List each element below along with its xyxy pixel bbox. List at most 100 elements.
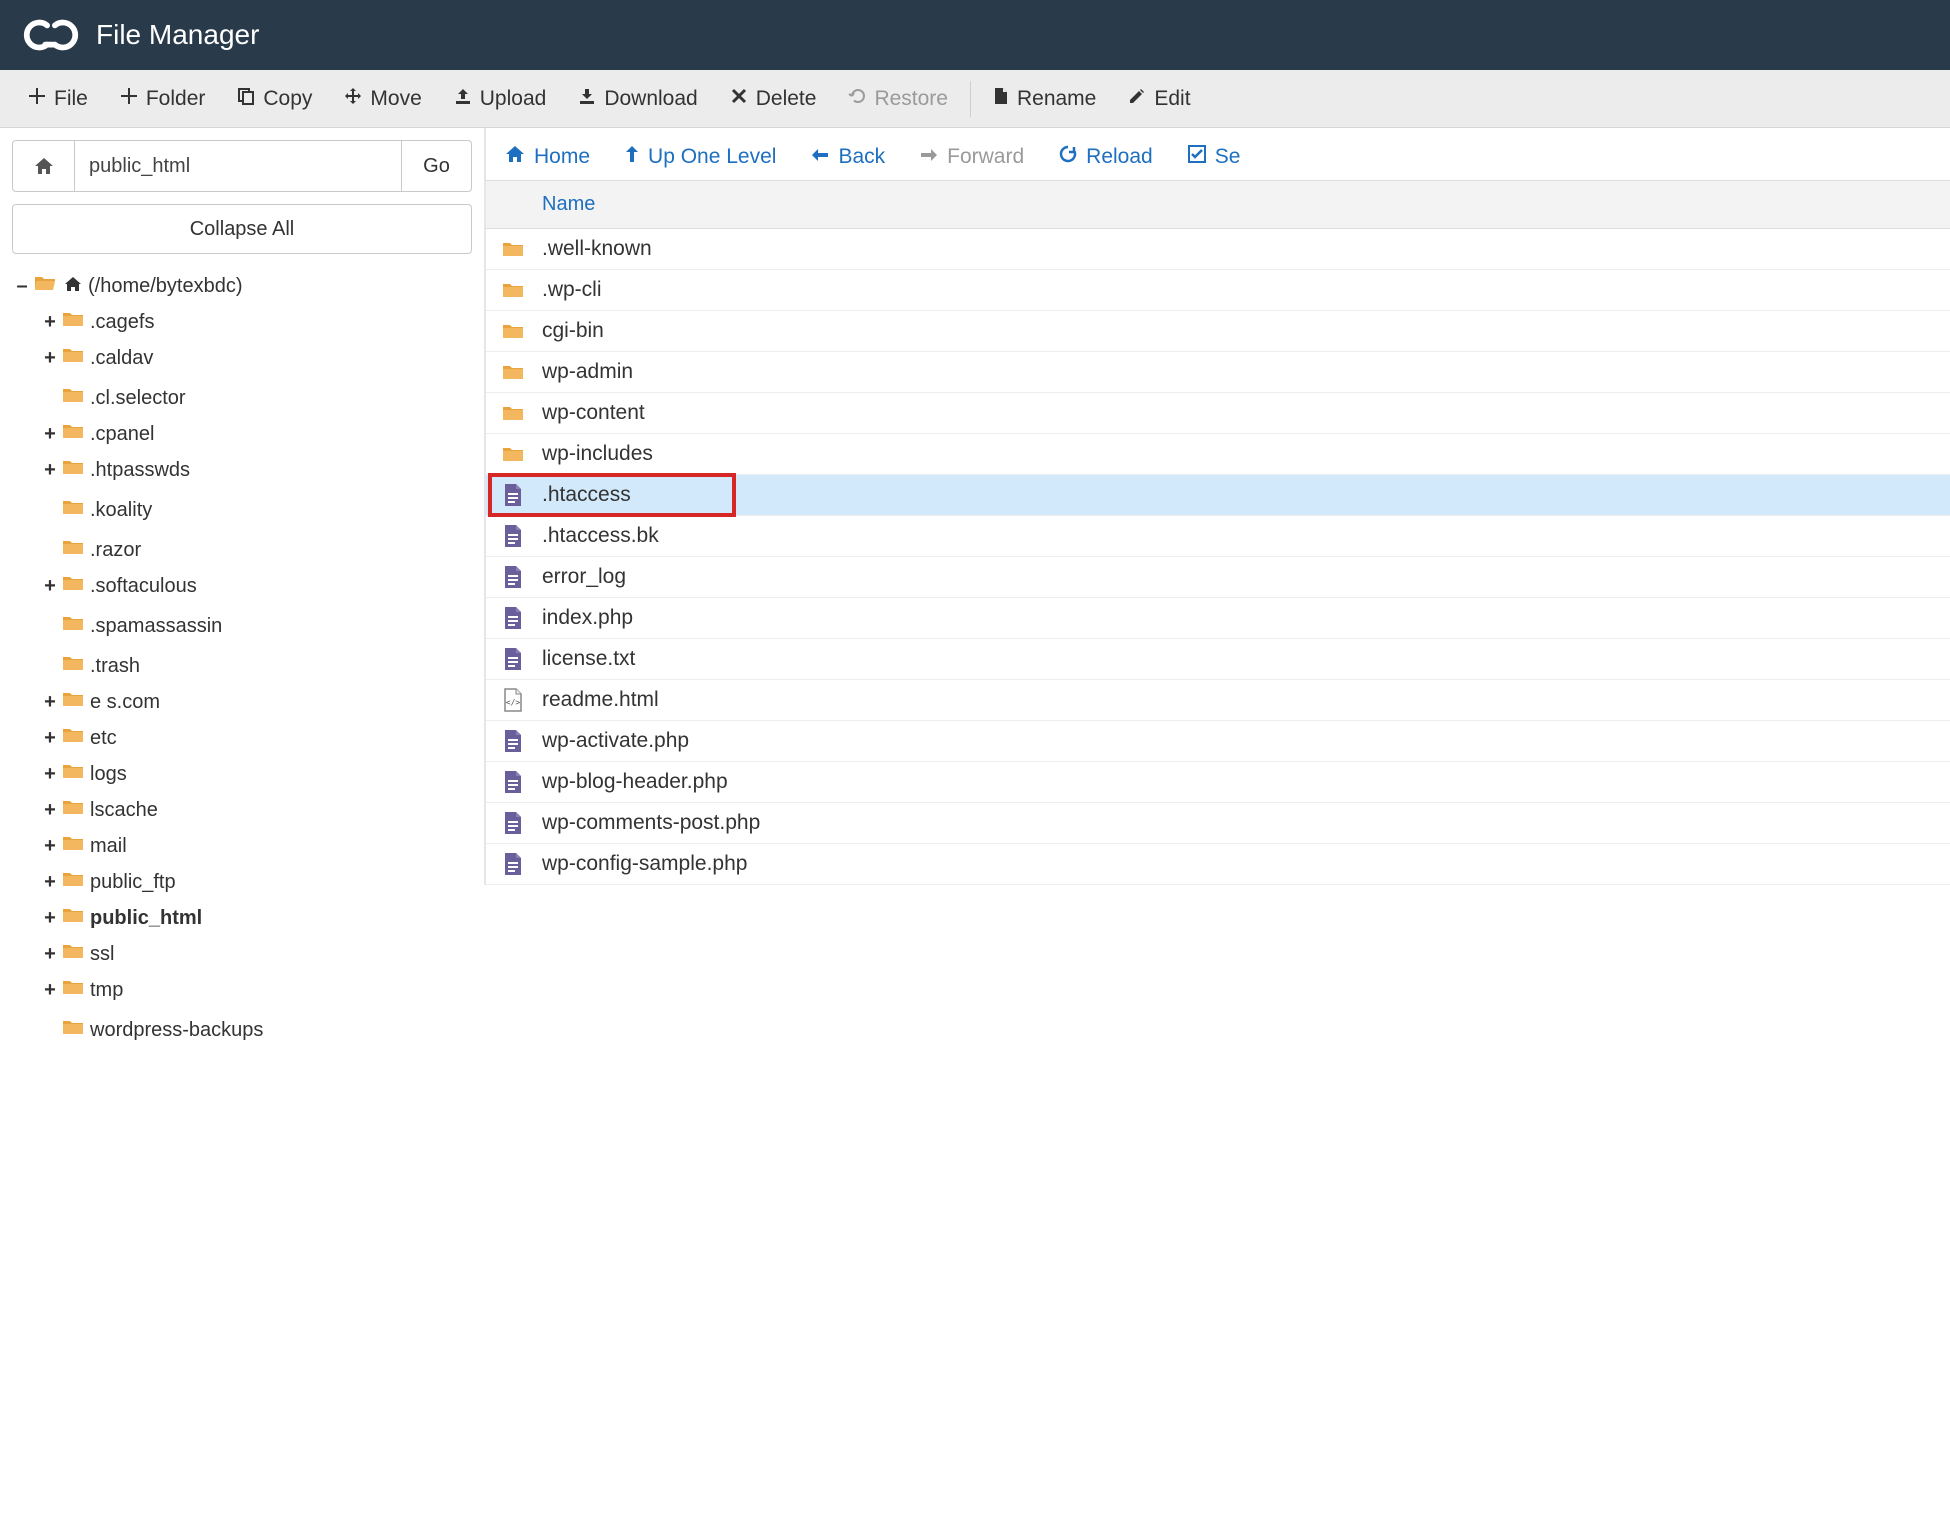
path-input[interactable] bbox=[75, 141, 401, 191]
undo-icon bbox=[848, 87, 866, 111]
nav-back-button[interactable]: Back bbox=[810, 145, 885, 169]
tree-item[interactable]: + e s.com bbox=[40, 684, 160, 720]
col-name-label: Name bbox=[542, 193, 595, 215]
nav-back-label: Back bbox=[838, 145, 885, 169]
tree-item[interactable]: +lscache bbox=[40, 792, 158, 828]
file-row[interactable]: wp-blog-header.php bbox=[486, 762, 1950, 803]
tree-item-label: .softaculous bbox=[90, 570, 197, 602]
tree-item[interactable]: .cl.selector bbox=[40, 380, 186, 416]
tree-toggle[interactable]: + bbox=[40, 570, 60, 602]
folder-icon bbox=[62, 570, 84, 602]
file-row[interactable]: wp-config-sample.php bbox=[486, 844, 1950, 885]
file-row[interactable]: wp-content bbox=[486, 393, 1950, 434]
file-row[interactable]: index.php bbox=[486, 598, 1950, 639]
document-icon bbox=[993, 87, 1009, 111]
file-row[interactable]: error_log bbox=[486, 557, 1950, 598]
tree-item[interactable]: +logs bbox=[40, 756, 127, 792]
copy-icon bbox=[237, 87, 255, 111]
tree-item[interactable]: .trash bbox=[40, 648, 140, 684]
folder-icon bbox=[62, 494, 84, 526]
folder-button[interactable]: Folder bbox=[104, 77, 222, 121]
tree-item[interactable]: +mail bbox=[40, 828, 127, 864]
tree-toggle[interactable]: + bbox=[40, 454, 60, 486]
file-row[interactable]: license.txt bbox=[486, 639, 1950, 680]
tree-toggle[interactable]: + bbox=[40, 794, 60, 826]
download-icon bbox=[578, 87, 596, 111]
content-pane: Home Up One Level Back Forward Reload Se bbox=[484, 128, 1950, 885]
file-row[interactable]: cgi-bin bbox=[486, 311, 1950, 352]
file-row[interactable]: .well-known bbox=[486, 229, 1950, 270]
tree-item[interactable]: + public_ftp bbox=[40, 864, 176, 900]
go-button[interactable]: Go bbox=[401, 141, 471, 191]
nav-select-button[interactable]: Se bbox=[1187, 144, 1241, 170]
download-button[interactable]: Download bbox=[562, 77, 713, 121]
tree-item-label: .trash bbox=[90, 650, 140, 682]
nav-up-button[interactable]: Up One Level bbox=[624, 144, 776, 170]
tree-toggle[interactable]: + bbox=[40, 938, 60, 970]
tree-toggle[interactable]: + bbox=[40, 306, 60, 338]
tree-item[interactable]: .razor bbox=[40, 532, 141, 568]
file-icon: </> bbox=[498, 688, 528, 712]
tree-item[interactable]: +.cagefs bbox=[40, 304, 154, 340]
tree-item[interactable]: +tmp bbox=[40, 972, 123, 1008]
folder-icon bbox=[498, 240, 528, 258]
tree-item[interactable]: + .softaculous bbox=[40, 568, 197, 604]
tree-root[interactable]: – (/home/bytexbdc) bbox=[12, 268, 243, 304]
copy-button[interactable]: Copy bbox=[221, 77, 328, 121]
pencil-icon bbox=[1128, 87, 1146, 111]
tree-item[interactable]: .spamassassin bbox=[40, 608, 222, 644]
tree-toggle[interactable]: + bbox=[40, 974, 60, 1006]
tree-toggle[interactable]: + bbox=[40, 418, 60, 450]
tree-toggle[interactable]: + bbox=[40, 686, 60, 718]
tree-item[interactable]: +etc bbox=[40, 720, 117, 756]
plus-icon bbox=[28, 87, 46, 111]
move-button[interactable]: Move bbox=[328, 77, 437, 121]
nav-forward-button: Forward bbox=[919, 145, 1024, 169]
home-icon-button[interactable] bbox=[13, 141, 75, 191]
file-icon bbox=[498, 770, 528, 794]
rename-button[interactable]: Rename bbox=[977, 77, 1112, 121]
tree-toggle[interactable]: + bbox=[40, 830, 60, 862]
tree-toggle[interactable]: + bbox=[40, 902, 60, 934]
column-header[interactable]: Name bbox=[486, 180, 1950, 229]
file-row[interactable]: wp-includes bbox=[486, 434, 1950, 475]
tree-item[interactable]: +ssl bbox=[40, 936, 114, 972]
tree-item-label: e s.com bbox=[90, 686, 160, 718]
file-row[interactable]: wp-activate.php bbox=[486, 721, 1950, 762]
rename-label: Rename bbox=[1017, 87, 1096, 111]
collapse-all-button[interactable]: Collapse All bbox=[12, 204, 472, 254]
folder-icon bbox=[62, 534, 84, 566]
tree-item-label: public_ftp bbox=[90, 866, 176, 898]
file-row[interactable]: wp-admin bbox=[486, 352, 1950, 393]
tree-toggle[interactable]: + bbox=[40, 722, 60, 754]
tree-item[interactable]: wordpress-backups bbox=[40, 1012, 263, 1048]
edit-button[interactable]: Edit bbox=[1112, 77, 1206, 121]
upload-button[interactable]: Upload bbox=[438, 77, 563, 121]
tree-item[interactable]: +.htpasswds bbox=[40, 452, 190, 488]
delete-button[interactable]: Delete bbox=[714, 77, 833, 121]
sidebar: Go Collapse All – (/home/bytexbdc bbox=[0, 128, 484, 1060]
tree-item[interactable]: +.cpanel bbox=[40, 416, 155, 452]
file-row[interactable]: .htaccess bbox=[486, 475, 1950, 516]
file-row[interactable]: .htaccess.bk bbox=[486, 516, 1950, 557]
file-button[interactable]: File bbox=[12, 77, 104, 121]
home-icon bbox=[504, 144, 526, 170]
tree-toggle[interactable]: + bbox=[40, 342, 60, 374]
tree-toggle[interactable]: + bbox=[40, 758, 60, 790]
file-row[interactable]: .wp-cli bbox=[486, 270, 1950, 311]
file-label: wp-includes bbox=[542, 442, 653, 466]
file-row[interactable]: </>readme.html bbox=[486, 680, 1950, 721]
folder-icon bbox=[62, 794, 84, 826]
tree-item[interactable]: .koality bbox=[40, 492, 152, 528]
nav-home-button[interactable]: Home bbox=[504, 144, 590, 170]
folder-icon bbox=[62, 830, 84, 862]
tree-toggle[interactable]: – bbox=[12, 270, 32, 302]
tree-toggle[interactable]: + bbox=[40, 866, 60, 898]
tree-item[interactable]: + public_html bbox=[40, 900, 202, 936]
nav-reload-button[interactable]: Reload bbox=[1058, 144, 1153, 170]
tree-item[interactable]: +.caldav bbox=[40, 340, 153, 376]
tree-item-label: public_html bbox=[90, 902, 202, 934]
file-label: .wp-cli bbox=[542, 278, 602, 302]
download-label: Download bbox=[604, 87, 697, 111]
file-row[interactable]: wp-comments-post.php bbox=[486, 803, 1950, 844]
